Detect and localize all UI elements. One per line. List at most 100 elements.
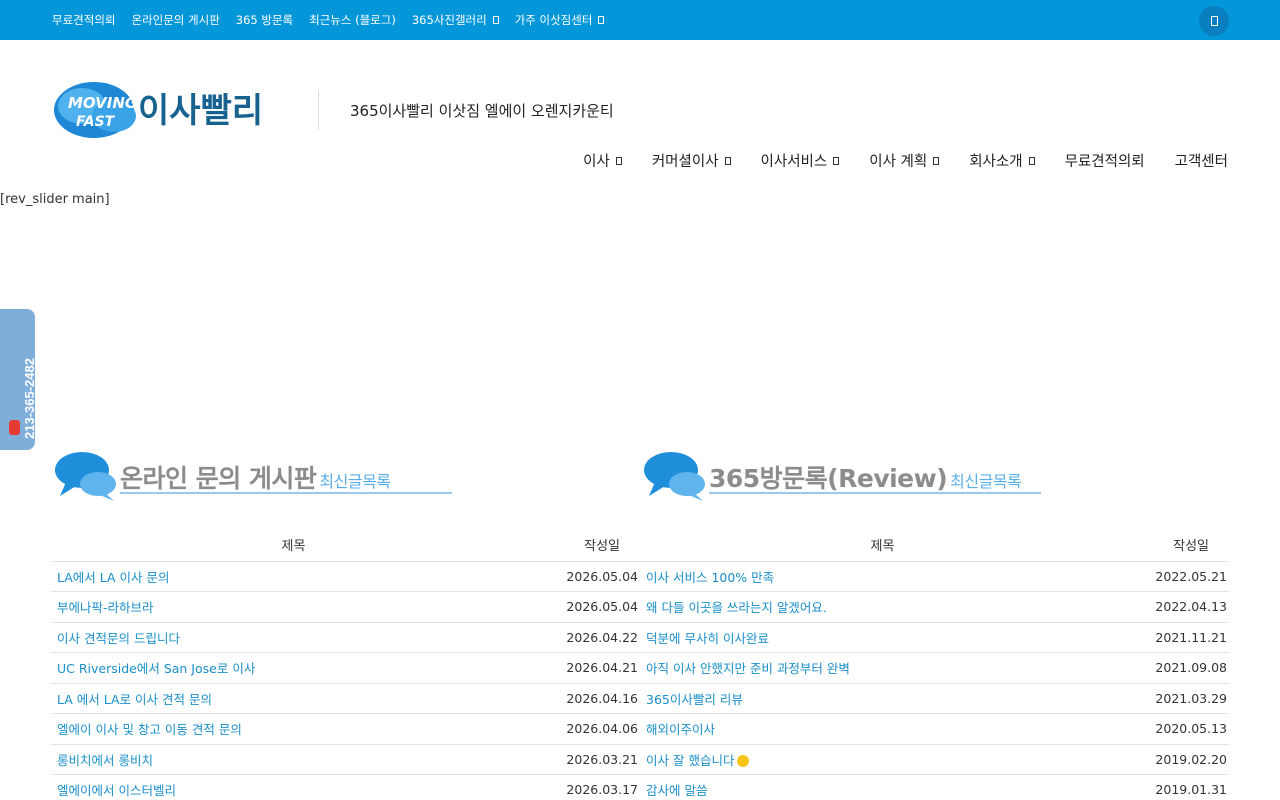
logo[interactable]: MOVING FAST 이사빨리: [52, 76, 287, 142]
table-row[interactable]: 엘에이에서 이스터벨리 2026.03.17: [51, 774, 640, 800]
main-nav: 이사 커머셜이사 이사서비스 이사 계획 회사소개 무료견적의뢰 고객센터: [583, 150, 1228, 171]
top-nav-item-moving-center[interactable]: 가주 이삿짐센터: [515, 12, 605, 28]
main-nav-label: 무료견적의뢰: [1064, 154, 1145, 170]
post-date: 2026.05.04: [536, 561, 640, 592]
main-nav-item-moving[interactable]: 이사: [583, 150, 622, 171]
social-icon: [1210, 16, 1218, 26]
post-title-link[interactable]: 엘에이에서 이스터벨리: [51, 774, 536, 800]
table-row[interactable]: 이사 서비스 100% 만족 2022.05.21: [640, 561, 1229, 592]
post-title: 부에나팍-라하브라: [57, 600, 154, 616]
column-header-title: 제목: [640, 528, 1125, 562]
post-title-link[interactable]: 롱비치에서 롱비치: [51, 744, 536, 775]
review-board-title[interactable]: 365방문록(Review) 최신글목록: [709, 459, 1022, 495]
top-nav-item-quote[interactable]: 무료견적의뢰: [52, 12, 115, 28]
header-divider: [318, 90, 319, 130]
post-title-link[interactable]: 이사 견적문의 드립니다: [51, 622, 536, 653]
main-nav-item-quote[interactable]: 무료견적의뢰: [1065, 150, 1145, 171]
post-date: 2026.05.04: [536, 591, 640, 623]
logo-text-ko: 이사빨리: [138, 91, 263, 131]
top-nav-label: 가주 이삿짐센터: [514, 13, 593, 27]
post-title: 이사 잘 했습니다: [646, 752, 735, 768]
post-title-link[interactable]: 해외이주이사: [640, 713, 1125, 745]
post-title-link[interactable]: 감사에 말씀: [640, 774, 1125, 800]
post-title-link[interactable]: UC Riverside에서 San Jose로 이사: [51, 652, 536, 684]
post-title-link[interactable]: 부에나팍-라하브라: [51, 591, 536, 623]
main-nav-item-services[interactable]: 이사서비스: [761, 150, 840, 171]
inquiry-board-title[interactable]: 온라인 문의 게시판 최신글목록: [120, 459, 391, 495]
top-nav-item-gallery[interactable]: 365사진갤러리: [412, 12, 499, 28]
dropdown-icon: [724, 156, 731, 165]
post-title: 롱비치에서 롱비치: [57, 752, 153, 768]
board-title-text: 온라인 문의 게시판: [120, 464, 317, 493]
post-title-link[interactable]: 이사 서비스 100% 만족: [640, 561, 1125, 592]
main-nav-item-about[interactable]: 회사소개: [969, 150, 1035, 171]
post-title: UC Riverside에서 San Jose로 이사: [57, 661, 256, 677]
dropdown-icon: [933, 156, 940, 165]
table-row[interactable]: LA에서 LA 이사 문의 2026.05.04: [51, 561, 640, 592]
main-nav-item-planning[interactable]: 이사 계획: [869, 150, 940, 171]
table-row[interactable]: 이사 견적문의 드립니다 2026.04.22: [51, 622, 640, 653]
phone-icon: [9, 420, 20, 435]
post-title-link[interactable]: 왜 다들 이곳을 쓰라는지 알겠어요.: [640, 591, 1125, 623]
chat-bubble-icon: [55, 452, 116, 501]
board-title-text: 365방문록(Review): [709, 464, 948, 493]
post-title: LA에서 LA 이사 문의: [57, 569, 170, 585]
post-title-link[interactable]: 엘에이 이사 및 창고 이동 견적 문의: [51, 713, 536, 745]
logo-text-en-2: FAST: [76, 114, 116, 130]
table-row[interactable]: 감사에 말씀 2019.01.31: [640, 774, 1229, 800]
post-date: 2026.03.17: [536, 774, 640, 800]
review-board-table: 제목 작성일 이사 서비스 100% 만족 2022.05.21 왜 다들 이곳을 …: [640, 528, 1229, 800]
board-subtitle: 최신글목록: [319, 472, 391, 491]
post-date: 2026.04.22: [536, 622, 640, 653]
top-nav-item-blog[interactable]: 최근뉴스 (블로그): [309, 12, 396, 28]
review-board-header: 365방문록(Review) 최신글목록: [643, 450, 1043, 501]
table-row[interactable]: 덕분에 무사히 이사완료 2021.11.21: [640, 622, 1229, 653]
table-row[interactable]: 엘에이 이사 및 창고 이동 견적 문의 2026.04.06: [51, 713, 640, 745]
post-title: 엘에이에서 이스터벨리: [57, 783, 176, 799]
post-title: 365이사빨리 리뷰: [646, 691, 743, 707]
post-title-link[interactable]: 아직 이사 안했지만 준비 과정부터 완벽: [640, 652, 1125, 684]
top-nav-label: 365 방문록: [235, 13, 294, 27]
dropdown-icon: [1028, 156, 1035, 165]
top-bar: 무료견적의뢰 온라인문의 게시판 365 방문록 최근뉴스 (블로그) 365사…: [0, 0, 1280, 40]
table-row[interactable]: 이사 잘 했습니다 2019.02.20: [640, 744, 1229, 775]
site-tagline: 365이사빨리 이삿짐 엘에이 오렌지카운티: [350, 102, 614, 120]
post-title: 왜 다들 이곳을 쓰라는지 알겠어요.: [646, 600, 827, 616]
table-row[interactable]: 왜 다들 이곳을 쓰라는지 알겠어요. 2022.04.13: [640, 591, 1229, 623]
post-title: 이사 서비스 100% 만족: [646, 569, 775, 585]
top-nav-item-inquiry-board[interactable]: 온라인문의 게시판: [131, 12, 219, 28]
side-phone-tab[interactable]: 213-365-2482: [0, 309, 37, 450]
table-row[interactable]: 365이사빨리 리뷰 2021.03.29: [640, 683, 1229, 714]
smile-emoji-icon: [737, 754, 750, 767]
post-date: 2026.03.21: [536, 744, 640, 775]
post-date: 2021.11.21: [1125, 622, 1229, 653]
post-title-link[interactable]: 365이사빨리 리뷰: [640, 683, 1125, 714]
table-row[interactable]: 롱비치에서 롱비치 2026.03.21: [51, 744, 640, 775]
main-nav-item-support[interactable]: 고객센터: [1175, 150, 1228, 171]
main-nav-label: 커머셜이사: [651, 154, 719, 170]
table-row[interactable]: 해외이주이사 2020.05.13: [640, 713, 1229, 745]
dropdown-icon: [598, 16, 605, 24]
table-row[interactable]: LA 에서 LA로 이사 견적 문의 2026.04.16: [51, 683, 640, 714]
social-button[interactable]: [1199, 6, 1229, 36]
table-row[interactable]: 부에나팍-라하브라 2026.05.04: [51, 591, 640, 623]
column-header-date: 작성일: [1125, 528, 1229, 562]
logo-text-en-1: MOVING: [68, 94, 137, 112]
post-title-link[interactable]: 이사 잘 했습니다: [640, 744, 1125, 775]
post-title-link[interactable]: LA에서 LA 이사 문의: [51, 561, 536, 592]
inquiry-board-header: 온라인 문의 게시판 최신글목록: [54, 450, 454, 501]
top-nav-label: 온라인문의 게시판: [131, 13, 220, 27]
post-title-link[interactable]: 덕분에 무사히 이사완료: [640, 622, 1125, 653]
main-nav-label: 고객센터: [1174, 154, 1228, 170]
main-nav-item-commercial[interactable]: 커머셜이사: [652, 150, 731, 171]
post-title: 덕분에 무사히 이사완료: [646, 630, 769, 646]
post-title-link[interactable]: LA 에서 LA로 이사 견적 문의: [51, 683, 536, 714]
top-nav-item-guestbook[interactable]: 365 방문록: [236, 12, 293, 28]
table-row[interactable]: 아직 이사 안했지만 준비 과정부터 완벽 2021.09.08: [640, 652, 1229, 684]
slider-placeholder: [rev_slider main]: [0, 192, 110, 207]
post-date: 2026.04.06: [536, 713, 640, 745]
table-row[interactable]: UC Riverside에서 San Jose로 이사 2026.04.21: [51, 652, 640, 684]
post-title: 아직 이사 안했지만 준비 과정부터 완벽: [646, 661, 850, 677]
table-header-row: 제목 작성일: [640, 528, 1229, 562]
top-nav-label: 최근뉴스 (블로그): [309, 13, 396, 27]
